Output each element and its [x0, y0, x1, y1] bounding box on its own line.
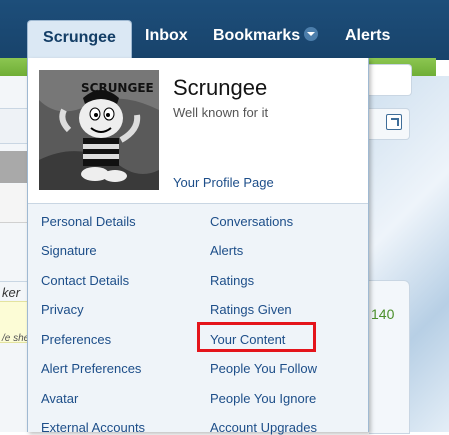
- menu-item-contact-details[interactable]: Contact Details: [41, 273, 129, 288]
- nav-tab-label: Alerts: [345, 27, 391, 44]
- menu-item-preferences[interactable]: Preferences: [41, 332, 111, 347]
- chevron-down-icon[interactable]: [304, 26, 319, 41]
- background-panel: [0, 108, 27, 144]
- menu-item-conversations[interactable]: Conversations: [210, 214, 293, 229]
- background-count: 140: [371, 306, 395, 322]
- background-panel: [0, 184, 27, 223]
- background-text: ker: [2, 285, 21, 300]
- menu-item-ratings-given[interactable]: Ratings Given: [210, 302, 292, 317]
- menu-item-alerts[interactable]: Alerts: [210, 243, 243, 258]
- user-title: Well known for it: [173, 105, 269, 120]
- background-text: /e she: [2, 333, 30, 344]
- nav-tab-alerts[interactable]: Alerts: [345, 18, 390, 54]
- nav-tab-inbox[interactable]: Inbox: [145, 18, 188, 54]
- page-background-left: [0, 76, 27, 432]
- nav-tab-label: Bookmarks: [213, 27, 301, 44]
- svg-text:SCRUNGEE: SCRUNGEE: [81, 81, 154, 95]
- avatar[interactable]: SCRUNGEE: [39, 70, 159, 190]
- menu-item-personal-details[interactable]: Personal Details: [41, 214, 136, 229]
- search-field-edge[interactable]: [369, 64, 412, 96]
- menu-item-ratings[interactable]: Ratings: [210, 273, 254, 288]
- background-panel: [0, 151, 27, 183]
- menu-item-privacy[interactable]: Privacy: [41, 302, 84, 317]
- menu-item-account-upgrades[interactable]: Account Upgrades: [210, 420, 317, 435]
- user-name: Scrungee: [173, 75, 268, 100]
- account-menu-links: [28, 204, 368, 432]
- nav-tab-account[interactable]: Scrungee: [27, 20, 132, 59]
- menu-item-avatar[interactable]: Avatar: [41, 391, 78, 406]
- nav-tab-bookmarks[interactable]: Bookmarks: [213, 18, 319, 54]
- menu-item-signature[interactable]: Signature: [41, 243, 97, 258]
- account-menu-header: SCRUNGEE Scrungee Well known for it Your…: [28, 58, 368, 204]
- highlight-annotation-box: [197, 322, 316, 352]
- external-link-icon[interactable]: [386, 114, 402, 130]
- nav-tab-label: Scrungee: [43, 29, 116, 46]
- menu-item-external-accounts[interactable]: External Accounts: [41, 420, 145, 435]
- nav-tab-label: Inbox: [145, 27, 188, 44]
- profile-page-link[interactable]: Your Profile Page: [173, 175, 274, 190]
- menu-item-people-you-follow[interactable]: People You Follow: [210, 361, 317, 376]
- avatar-cartoon-image: SCRUNGEE: [39, 70, 159, 190]
- menu-item-people-you-ignore[interactable]: People You Ignore: [210, 391, 316, 406]
- menu-item-alert-preferences[interactable]: Alert Preferences: [41, 361, 141, 376]
- background-panel: [369, 280, 410, 434]
